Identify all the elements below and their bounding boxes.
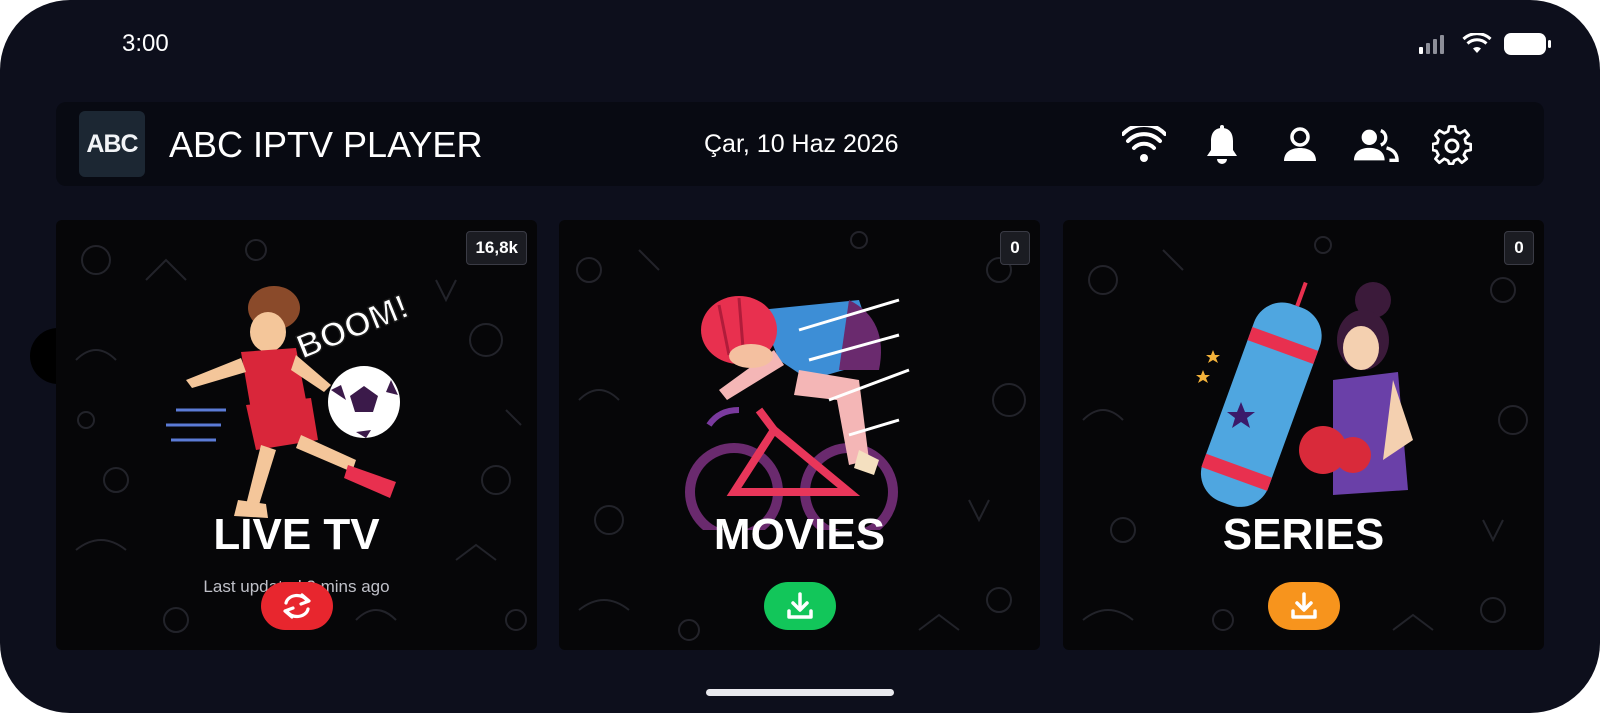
app-logo: ABC (79, 111, 145, 177)
status-time: 3:00 (122, 30, 169, 57)
card-title-series: SERIES (1222, 510, 1385, 559)
home-indicator[interactable] (706, 689, 894, 696)
refresh-icon (282, 593, 311, 619)
card-title-movies: MOVIES (713, 510, 886, 559)
signal-icon (1419, 35, 1444, 54)
refresh-button[interactable] (260, 582, 333, 630)
bell-icon[interactable] (1199, 122, 1245, 168)
gear-icon[interactable] (1429, 122, 1475, 168)
movies-download-button[interactable] (763, 582, 836, 630)
football-player-illustration: BOOM! (166, 286, 415, 518)
app-title: ABC IPTV PLAYER (169, 124, 483, 165)
card-movies[interactable]: 0 MOVIES (559, 220, 1040, 650)
top-bar: ABC ABC IPTV PLAYER Çar, 10 Haz 2026 (56, 102, 1544, 186)
status-bar: 3:00 (0, 0, 1600, 90)
card-series[interactable]: 0 SERIES (1063, 220, 1544, 650)
download-icon (786, 592, 813, 619)
wifi-status-icon (1462, 33, 1492, 53)
boom-text: BOOM! (291, 287, 414, 366)
series-download-button[interactable] (1267, 582, 1340, 630)
status-icons (1418, 32, 1552, 56)
battery-icon (1504, 33, 1551, 55)
wifi-icon[interactable] (1121, 122, 1167, 168)
user-icon[interactable] (1277, 122, 1323, 168)
download-icon (1290, 592, 1317, 619)
card-live-tv[interactable]: 16,8k BOOM! LIVE TV Last mins ago (56, 220, 537, 650)
boxer-illustration (1196, 281, 1413, 507)
card-title-live-tv: LIVE TV (213, 510, 380, 559)
users-icon[interactable] (1353, 122, 1399, 168)
device-screen: 3:00 ABC ABC IPTV PLAYER Çar, 10 Haz 202… (0, 0, 1600, 713)
header-date: Çar, 10 Haz 2026 (704, 130, 899, 158)
cyclist-illustration (685, 296, 910, 530)
